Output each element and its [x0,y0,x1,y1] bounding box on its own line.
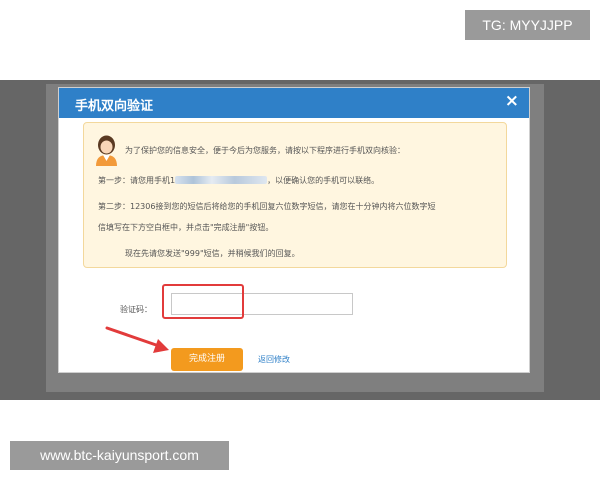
verification-code-label: 验证码： [120,305,152,314]
annotation-arrow-icon [105,326,169,353]
notice-send-sms-text: 现在先请您发送"999"短信，并稍候我们的回复。 [125,249,300,258]
notice-panel: 为了保护您的信息安全，便于今后为您服务，请按以下程序进行手机双向核验： 第一步：… [83,122,507,268]
dialog-header: 手机双向验证 × [59,88,529,118]
screenshot-photo: 手机双向验证 × 为了保护您的信息安全，便于今后为您服务，请按以下程序进行手机双… [0,80,600,400]
site-watermark: www.btc-kaiyunsport.com [10,441,229,470]
telegram-badge: TG: MYYJJPP [465,10,590,40]
close-icon[interactable]: × [505,91,519,111]
redacted-phone-blur [175,176,268,184]
customer-service-avatar-icon [96,135,117,166]
back-to-edit-link[interactable]: 返回修改 [258,354,290,365]
step1-suffix: ，以便确认您的手机可以联络。 [267,176,380,185]
notice-step2-line2: 信填写在下方空白框中，并点击"完成注册"按钮。 [98,223,274,232]
phone-verification-dialog: 手机双向验证 × 为了保护您的信息安全，便于今后为您服务，请按以下程序进行手机双… [58,87,530,373]
verification-code-input[interactable] [171,293,353,315]
notice-intro-text: 为了保护您的信息安全，便于今后为您服务，请按以下程序进行手机双向核验： [125,146,405,155]
notice-step2-line1: 第二步：12306接到您的短信后将给您的手机回复六位数字短信，请您在十分钟内将六… [98,202,436,211]
notice-step1-text: 第一步：请您用手机1 ，以便确认您的手机可以联络。 [98,175,379,186]
complete-registration-button[interactable]: 完成注册 [171,348,243,371]
background-page-link [548,200,551,211]
step1-prefix: 第一步：请您用手机1 [98,176,176,185]
background-page-text [0,90,46,100]
dialog-title: 手机双向验证 [75,99,154,114]
